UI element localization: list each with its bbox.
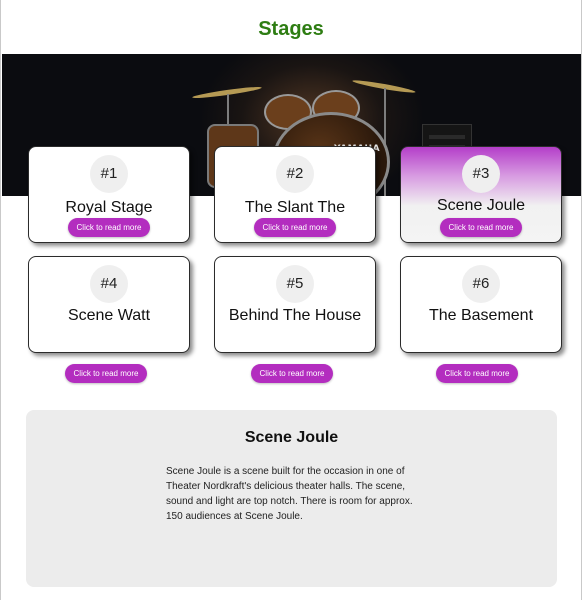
stage-card-2[interactable]: #2 The Slant The Click to read more <box>214 146 376 243</box>
read-more-button[interactable]: Click to read more <box>68 218 150 237</box>
stage-card-title: Behind The House <box>228 307 362 324</box>
stage-number-badge: #3 <box>462 155 500 193</box>
stage-card-1[interactable]: #1 Royal Stage Click to read more <box>28 146 190 243</box>
page-title: Stages <box>258 18 324 40</box>
stage-card-title: Scene Watt <box>67 307 151 324</box>
stage-card-3-selected[interactable]: #3 Scene Joule Click to read more <box>400 146 562 243</box>
stage-info-description: Scene Joule is a scene built for the occ… <box>166 466 413 522</box>
stage-number-badge: #6 <box>462 265 500 303</box>
stage-number-badge: #1 <box>90 155 128 193</box>
stage-card-title: Royal Stage <box>65 199 153 216</box>
stage-card-6[interactable]: #6 The Basement <box>400 256 562 353</box>
stage-card-title: The Basement <box>428 307 534 324</box>
page-frame: Stages YAMAHA #1 Royal Stage Click to re… <box>0 0 582 600</box>
stage-card-5[interactable]: #5 Behind The House <box>214 256 376 353</box>
stage-number-badge: #4 <box>90 265 128 303</box>
stage-number-badge: #2 <box>276 155 314 193</box>
read-more-button-stage-5[interactable]: Click to read more <box>251 364 333 383</box>
stage-info-title: Scene Joule <box>244 429 339 446</box>
read-more-button[interactable]: Click to read more <box>254 218 336 237</box>
stage-number-badge: #5 <box>276 265 314 303</box>
read-more-button-stage-4[interactable]: Click to read more <box>65 364 147 383</box>
read-more-button-stage-6[interactable]: Click to read more <box>436 364 518 383</box>
stage-card-title: Scene Joule <box>436 197 526 214</box>
stage-info-panel: Scene Joule Scene Joule is a scene built… <box>26 410 557 587</box>
read-more-button[interactable]: Click to read more <box>440 218 522 237</box>
stage-card-4[interactable]: #4 Scene Watt <box>28 256 190 353</box>
stage-card-title: The Slant The <box>244 199 346 216</box>
